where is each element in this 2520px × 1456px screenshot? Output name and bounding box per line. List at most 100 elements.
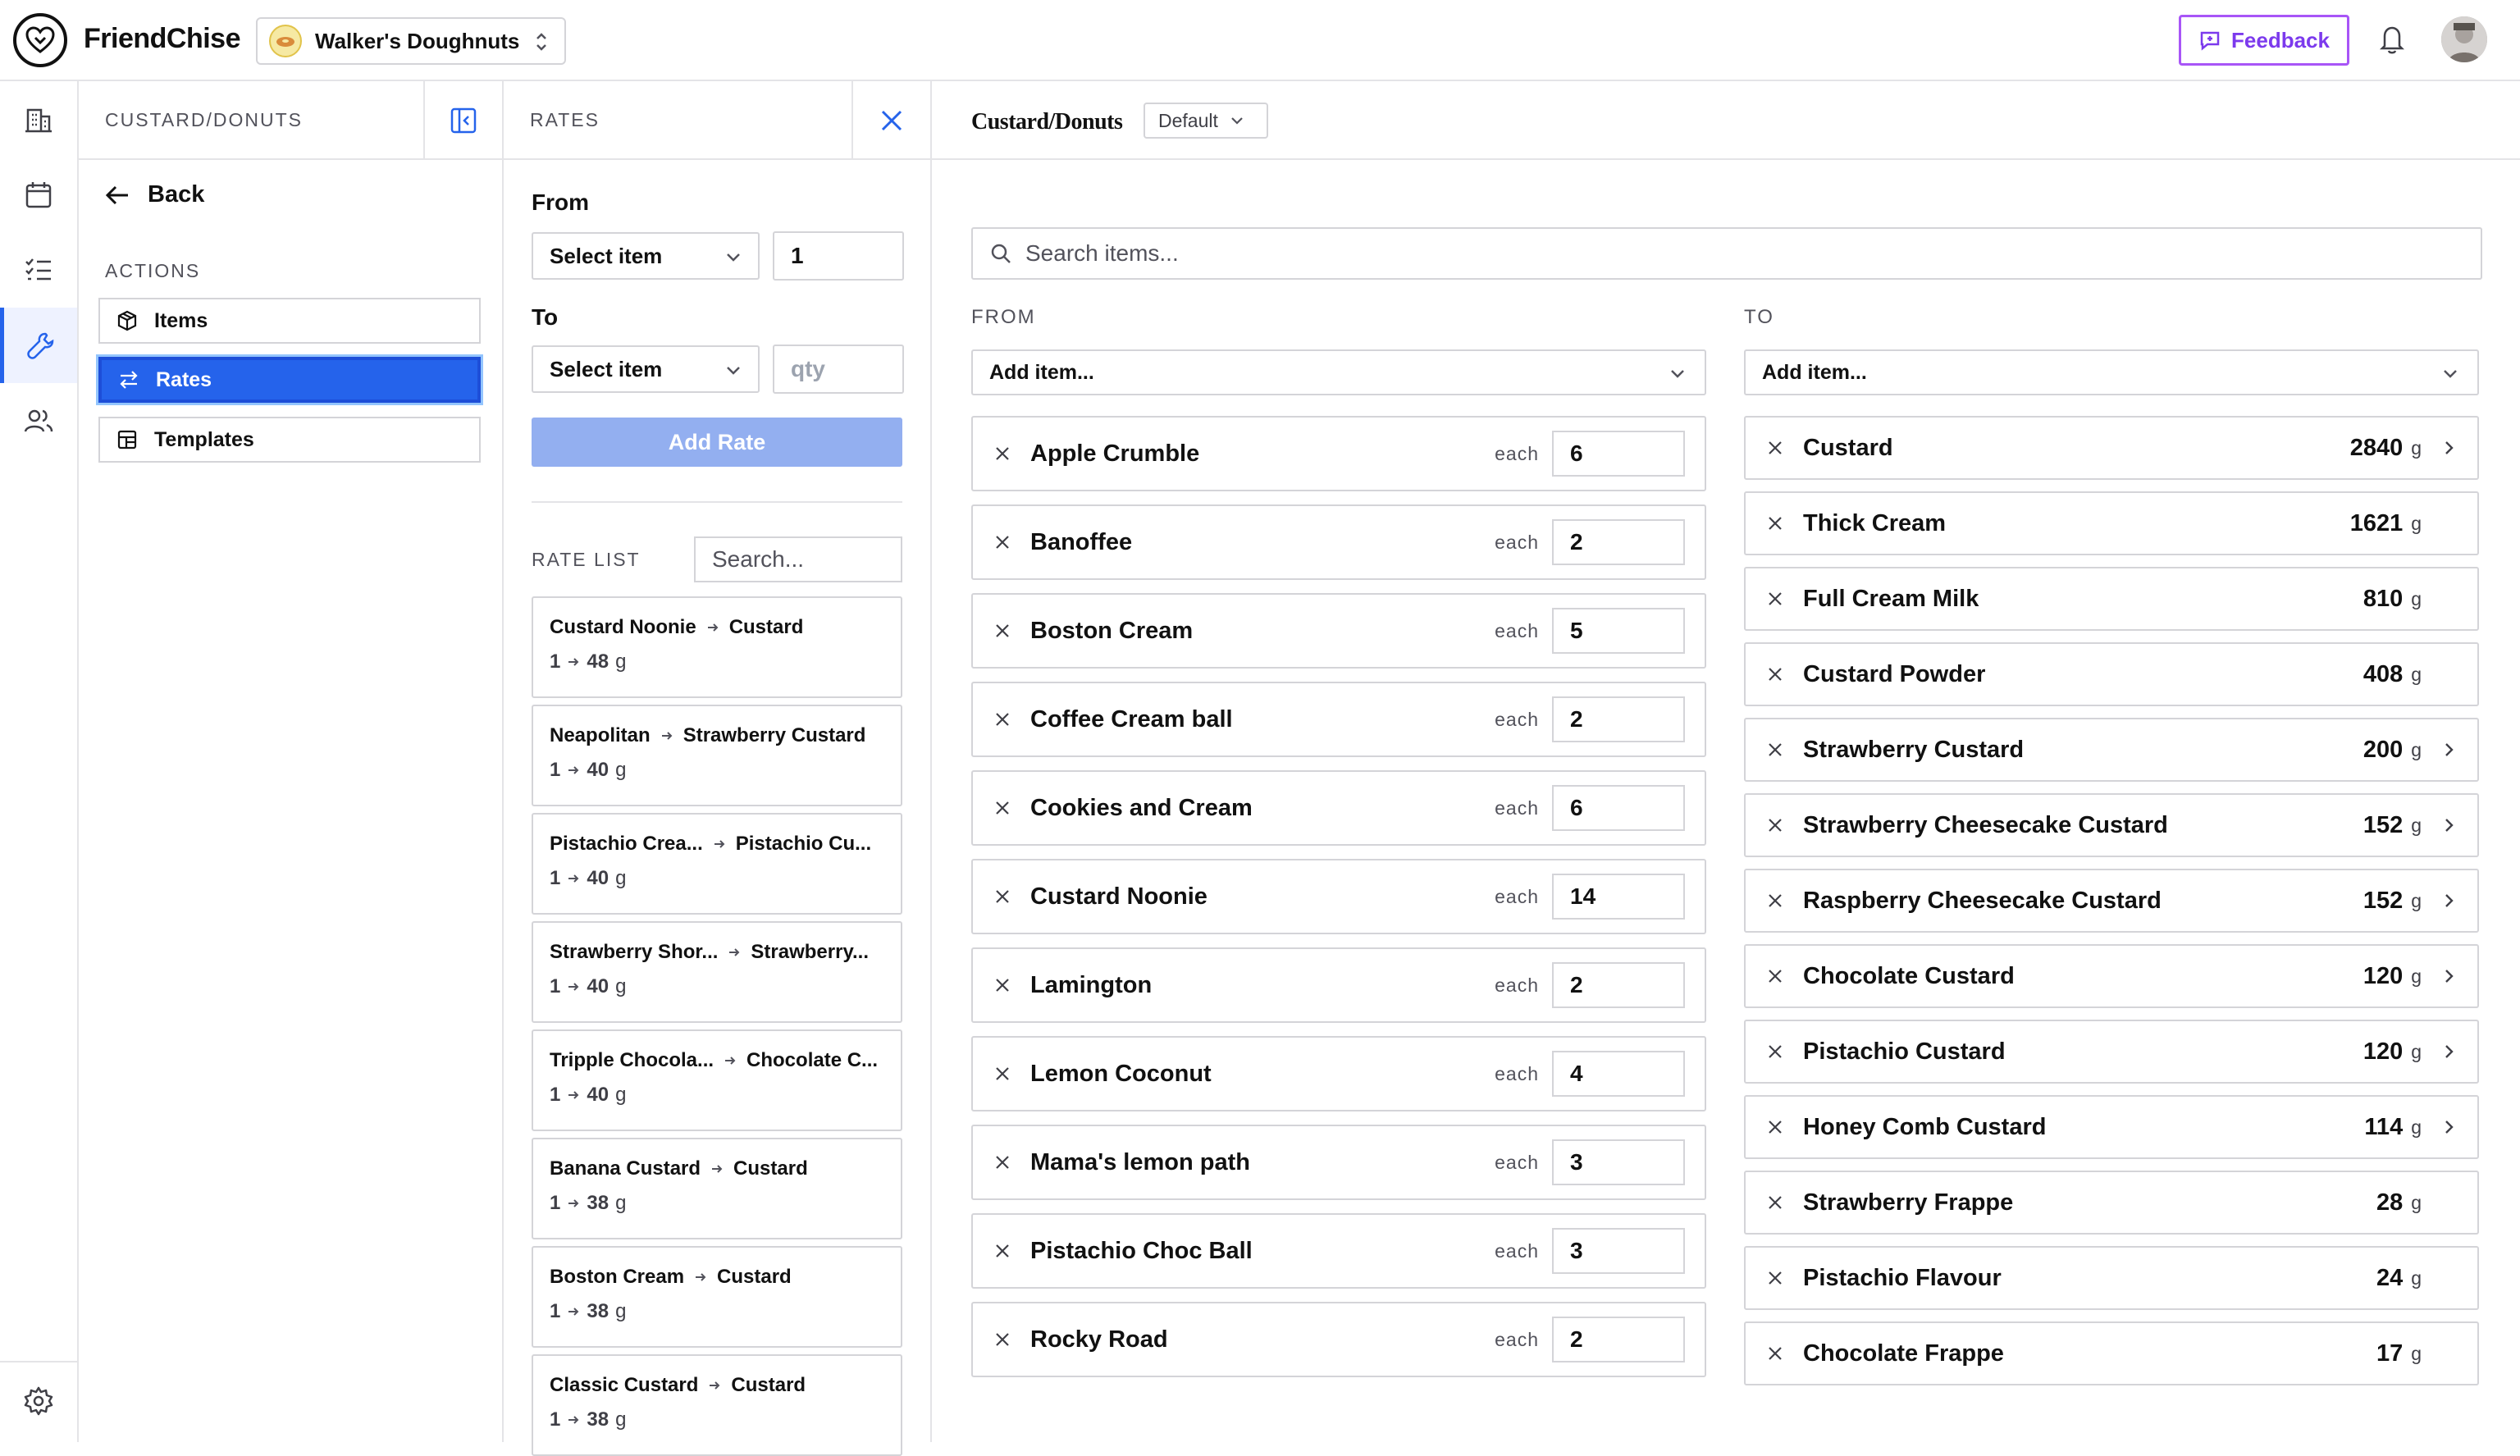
remove-icon[interactable]	[994, 534, 1011, 550]
to-add-item-select[interactable]: Add item...	[1744, 349, 2479, 395]
to-item-row[interactable]: Strawberry Custard 200 g	[1744, 718, 2479, 782]
store-logo-icon	[269, 25, 302, 57]
from-item-qty-input[interactable]: 2	[1552, 962, 1685, 1008]
rate-card[interactable]: Pistachio Crea... Pistachio Cu... 1 40 g	[532, 813, 902, 915]
remove-icon[interactable]	[1767, 1194, 1783, 1211]
rail-stores[interactable]	[0, 81, 77, 157]
remove-icon[interactable]	[994, 711, 1011, 728]
rate-card-items: Neapolitan Strawberry Custard	[550, 724, 901, 747]
remove-icon[interactable]	[1767, 1043, 1783, 1060]
rate-card[interactable]: Strawberry Shor... Strawberry... 1 40 g	[532, 921, 902, 1023]
remove-icon[interactable]	[994, 1331, 1011, 1348]
from-item-qty-input[interactable]: 4	[1552, 1051, 1685, 1097]
from-item-name: Lemon Coconut	[1030, 1060, 1212, 1087]
to-item-unit: g	[2411, 512, 2422, 534]
remove-icon[interactable]	[1767, 1345, 1783, 1362]
to-item-row: Custard Powder 408 g	[1744, 642, 2479, 706]
from-item-qty-input[interactable]: 2	[1552, 519, 1685, 565]
remove-icon[interactable]	[994, 445, 1011, 462]
remove-icon[interactable]	[994, 1154, 1011, 1171]
to-item-select[interactable]: Select item	[532, 345, 760, 393]
remove-icon[interactable]	[1767, 440, 1783, 456]
rate-unit: g	[615, 867, 627, 889]
rate-card[interactable]: Boston Cream Custard 1 38 g	[532, 1246, 902, 1348]
rate-card[interactable]: Banana Custard Custard 1 38 g	[532, 1138, 902, 1239]
to-item-row[interactable]: Chocolate Custard 120 g	[1744, 944, 2479, 1008]
from-add-item-select[interactable]: Add item...	[971, 349, 1706, 395]
action-items[interactable]: Items	[98, 298, 481, 344]
to-item-value: 120	[2362, 962, 2404, 989]
rate-card[interactable]: Tripple Chocola... Chocolate C... 1 40 g	[532, 1029, 902, 1131]
from-qty-input[interactable]: 1	[773, 231, 904, 281]
chevron-right-icon[interactable]	[2441, 816, 2456, 834]
chevron-right-icon[interactable]	[2441, 439, 2456, 457]
chevron-right-icon[interactable]	[2441, 741, 2456, 759]
remove-icon[interactable]	[994, 977, 1011, 993]
action-rates[interactable]: Rates	[96, 354, 483, 405]
rate-card-items: Strawberry Shor... Strawberry...	[550, 941, 901, 964]
remove-icon[interactable]	[1767, 742, 1783, 758]
rate-search-input[interactable]: Search...	[694, 536, 902, 582]
to-item-name: Strawberry Cheesecake Custard	[1803, 811, 2168, 838]
action-rates-label: Rates	[156, 367, 212, 391]
to-item-row[interactable]: Honey Comb Custard 114 g	[1744, 1095, 2479, 1159]
back-button[interactable]: Back	[105, 181, 204, 208]
rail-users[interactable]	[0, 383, 77, 459]
from-item-qty-input[interactable]: 2	[1552, 696, 1685, 742]
chevron-down-icon	[725, 362, 742, 378]
remove-icon[interactable]	[994, 1243, 1011, 1259]
action-templates[interactable]: Templates	[98, 417, 481, 463]
user-avatar[interactable]	[2441, 16, 2487, 62]
to-item-row[interactable]: Custard 2840 g	[1744, 416, 2479, 480]
remove-icon[interactable]	[994, 888, 1011, 905]
logo-heart-icon[interactable]	[13, 13, 67, 67]
rail-settings[interactable]	[0, 1363, 77, 1439]
remove-icon[interactable]	[994, 623, 1011, 639]
from-item-name: Cookies and Cream	[1030, 794, 1253, 821]
rate-card[interactable]: Classic Custard Custard 1 38 g	[532, 1354, 902, 1456]
remove-icon[interactable]	[1767, 1119, 1783, 1135]
rate-card[interactable]: Custard Noonie Custard 1 48 g	[532, 596, 902, 698]
rate-from-qty: 1	[550, 1192, 561, 1214]
from-item-qty-input[interactable]: 6	[1552, 431, 1685, 477]
from-item-qty-input[interactable]: 6	[1552, 785, 1685, 831]
add-rate-button[interactable]: Add Rate	[532, 418, 902, 467]
feedback-button[interactable]: Feedback	[2179, 15, 2349, 66]
remove-icon[interactable]	[1767, 591, 1783, 607]
remove-icon[interactable]	[1767, 968, 1783, 984]
chevron-right-icon[interactable]	[2441, 892, 2456, 910]
collapse-sidebar-button[interactable]	[423, 81, 502, 160]
to-qty-input[interactable]: qty	[773, 345, 904, 394]
rate-card[interactable]: Neapolitan Strawberry Custard 1 40 g	[532, 705, 902, 806]
to-item-row[interactable]: Strawberry Cheesecake Custard 152 g	[1744, 793, 2479, 857]
from-item-select[interactable]: Select item	[532, 232, 760, 280]
store-selector[interactable]: Walker's Doughnuts	[256, 17, 566, 65]
to-item-value: 24	[2376, 1264, 2404, 1291]
remove-icon[interactable]	[1767, 515, 1783, 532]
from-item-qty-input[interactable]: 2	[1552, 1317, 1685, 1362]
from-item-qty-input[interactable]: 14	[1552, 874, 1685, 920]
rail-tools[interactable]	[0, 308, 77, 383]
from-item-row: Mama's lemon path each 3	[971, 1125, 1706, 1200]
chevron-right-icon[interactable]	[2441, 967, 2456, 985]
from-item-qty-input[interactable]: 3	[1552, 1139, 1685, 1185]
chevron-right-icon[interactable]	[2441, 1118, 2456, 1136]
rail-calendar[interactable]	[0, 157, 77, 232]
rail-checklist[interactable]	[0, 232, 77, 308]
variant-select[interactable]: Default	[1144, 103, 1268, 139]
remove-icon[interactable]	[1767, 817, 1783, 833]
remove-icon[interactable]	[1767, 892, 1783, 909]
from-item-qty-input[interactable]: 5	[1552, 608, 1685, 654]
to-item-row[interactable]: Raspberry Cheesecake Custard 152 g	[1744, 869, 2479, 933]
from-item-qty-input[interactable]: 3	[1552, 1228, 1685, 1274]
bell-icon[interactable]	[2377, 23, 2407, 56]
remove-icon[interactable]	[994, 800, 1011, 816]
search-input[interactable]: Search items...	[971, 227, 2482, 280]
remove-icon[interactable]	[1767, 666, 1783, 682]
remove-icon[interactable]	[994, 1066, 1011, 1082]
chevron-right-icon[interactable]	[2441, 1043, 2456, 1061]
close-rates-button[interactable]	[851, 81, 930, 160]
remove-icon[interactable]	[1767, 1270, 1783, 1286]
to-item-row[interactable]: Pistachio Custard 120 g	[1744, 1020, 2479, 1084]
arrow-right-icon	[701, 1162, 733, 1175]
